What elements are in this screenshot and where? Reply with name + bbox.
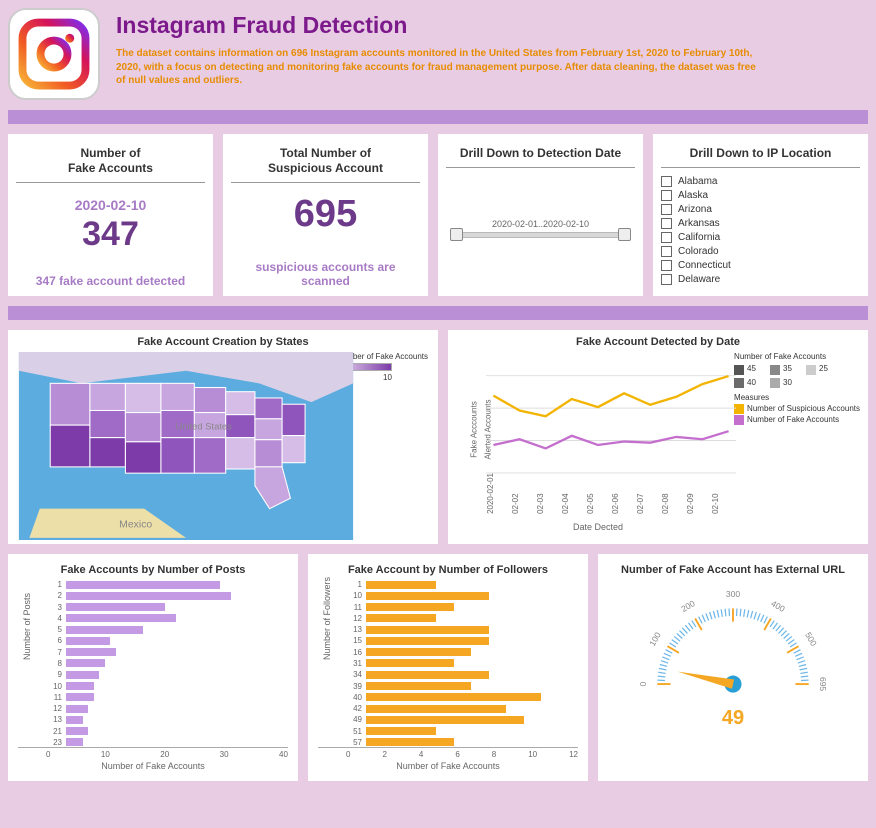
ip-item-label: Delaware (678, 274, 720, 285)
ip-location-alabama[interactable]: Alabama (661, 176, 860, 187)
map-chart-card: Fake Account Creation by States Number o… (8, 330, 438, 544)
posts-bar-card: Fake Accounts by Number of Posts Number … (8, 554, 298, 781)
kpi-fake-date: 2020-02-10 (16, 197, 205, 213)
checkbox-icon[interactable] (661, 274, 672, 285)
divider-bar-1 (8, 110, 868, 124)
ip-location-california[interactable]: California (661, 232, 860, 243)
line-xlabel: Date Dected (456, 522, 740, 532)
followers-bar-chart[interactable]: 11011121315163134394042495157 (318, 580, 578, 748)
ip-item-label: California (678, 232, 720, 243)
gauge-title: Number of Fake Account has External URL (608, 564, 858, 576)
followers-x-label: Number of Fake Accounts (318, 761, 578, 771)
ip-location-arizona[interactable]: Arizona (661, 204, 860, 215)
checkbox-icon[interactable] (661, 190, 672, 201)
gauge-value: 49 (722, 707, 744, 730)
us-choropleth-map[interactable]: United States Mexico (16, 352, 356, 540)
drill-ip-title: Drill Down to IP Location (661, 146, 860, 168)
ip-item-label: Alaska (678, 190, 708, 201)
map-label-mexico: Mexico (119, 519, 152, 530)
kpi-susp-title-l1: Total Number of (280, 146, 371, 160)
ip-item-label: Alabama (678, 176, 717, 187)
ip-item-label: Arkansas (678, 218, 720, 229)
drill-date-range: 2020-02-01..2020-02-10 (446, 219, 635, 229)
date-slider-track[interactable] (452, 232, 629, 238)
kpi-fake-title-l2: Fake Accounts (68, 161, 153, 175)
page-subtitle: The dataset contains information on 696 … (116, 47, 756, 88)
charts-row-2: Fake Accounts by Number of Posts Number … (8, 554, 868, 781)
ip-location-alaska[interactable]: Alaska (661, 190, 860, 201)
legend-series-suspicious: Number of Suspicious Accounts (747, 404, 860, 414)
ip-location-arkansas[interactable]: Arkansas (661, 218, 860, 229)
ip-location-list: Alabama Alaska Arizona Arkansas California Co… (661, 176, 860, 285)
instagram-logo (8, 8, 100, 100)
drill-date-title: Drill Down to Detection Date (446, 146, 635, 168)
map-legend-max: 10 (383, 373, 392, 382)
drill-down-ip: Drill Down to IP Location AlabamaAlaskaA… (653, 134, 868, 296)
map-title: Fake Account Creation by States (16, 336, 430, 348)
divider-bar-2 (8, 306, 868, 320)
svg-text:300: 300 (726, 589, 740, 599)
instagram-icon (18, 18, 90, 90)
checkbox-icon[interactable] (661, 246, 672, 257)
line-chart-legend: Number of Fake Accounts 4535254030 Measu… (734, 352, 860, 426)
checkbox-icon[interactable] (661, 232, 672, 243)
date-slider-thumb-end[interactable] (618, 228, 631, 241)
ip-location-colorado[interactable]: Colorado (661, 246, 860, 257)
gauge-chart[interactable]: 0 100 200 300 400 500 695 (618, 580, 848, 703)
dashboard-header: Instagram Fraud Detection The dataset co… (8, 8, 868, 100)
kpi-fake-value: 347 (16, 215, 205, 254)
line-chart-card: Fake Account Detected by Date Number of … (448, 330, 868, 544)
svg-text:100: 100 (647, 630, 663, 648)
charts-row-1: Fake Account Creation by States Number o… (8, 330, 868, 544)
date-slider-thumb-start[interactable] (450, 228, 463, 241)
line-chart[interactable]: 100 75 50 25 (486, 352, 736, 492)
ip-location-delaware[interactable]: Delaware (661, 274, 860, 285)
svg-text:695: 695 (818, 677, 828, 691)
kpi-row: Number of Fake Accounts 2020-02-10 347 3… (8, 134, 868, 296)
posts-x-label: Number of Fake Accounts (18, 761, 288, 771)
line-ylabel-2: Fake Acccounts (470, 401, 479, 457)
kpi-fake-accounts: Number of Fake Accounts 2020-02-10 347 3… (8, 134, 213, 296)
kpi-suspicious-accounts: Total Number of Suspicious Account 695 s… (223, 134, 428, 296)
kpi-fake-title-l1: Number of (81, 146, 141, 160)
ip-item-label: Connecticut (678, 260, 731, 271)
checkbox-icon[interactable] (661, 218, 672, 229)
svg-text:400: 400 (769, 598, 787, 614)
followers-bar-card: Fake Account by Number of Followers Numb… (308, 554, 588, 781)
posts-title: Fake Accounts by Number of Posts (18, 564, 288, 576)
svg-text:0: 0 (638, 681, 648, 686)
svg-text:200: 200 (679, 598, 697, 614)
kpi-susp-value: 695 (231, 193, 420, 236)
drill-down-date: Drill Down to Detection Date 2020-02-01.… (438, 134, 643, 296)
posts-bar-chart[interactable]: 123456789101112132123 (18, 580, 288, 748)
legend-measures-label: Measures (734, 393, 860, 403)
legend-heading: Number of Fake Accounts (734, 352, 860, 362)
line-chart-title: Fake Account Detected by Date (456, 336, 860, 348)
ip-item-label: Arizona (678, 204, 712, 215)
svg-text:500: 500 (803, 630, 819, 648)
checkbox-icon[interactable] (661, 204, 672, 215)
page-title: Instagram Fraud Detection (116, 12, 756, 39)
ip-location-connecticut[interactable]: Connecticut (661, 260, 860, 271)
legend-series-fake: Number of Fake Accounts (747, 415, 839, 425)
kpi-susp-caption: suspicious accounts are scanned (231, 260, 420, 288)
ip-item-label: Colorado (678, 246, 719, 257)
checkbox-icon[interactable] (661, 260, 672, 271)
followers-title: Fake Account by Number of Followers (318, 564, 578, 576)
map-label-us: United States (176, 420, 233, 431)
kpi-fake-caption: 347 fake account detected (16, 274, 205, 288)
checkbox-icon[interactable] (661, 176, 672, 187)
gauge-card: Number of Fake Account has External URL … (598, 554, 868, 781)
kpi-susp-title-l2: Suspicious Account (268, 161, 383, 175)
